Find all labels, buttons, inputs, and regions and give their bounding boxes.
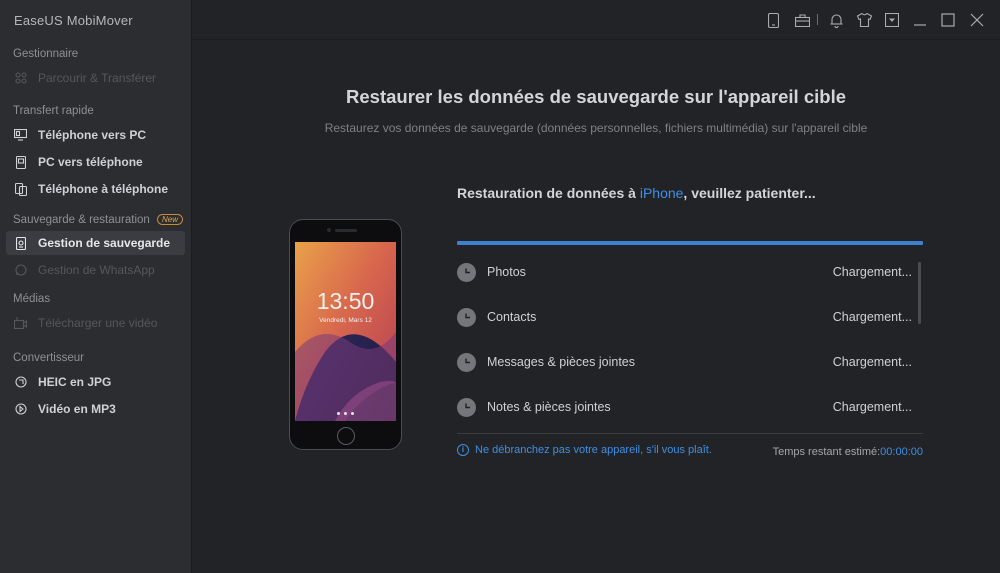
sidebar-item-backup[interactable]: Gestion de sauvegarde xyxy=(6,231,185,255)
restore-item-state: Chargement... xyxy=(832,265,912,279)
phone-speaker xyxy=(335,229,357,232)
section-label-convertisseur: Convertisseur xyxy=(13,352,84,364)
sidebar-item-label: HEIC en JPG xyxy=(38,375,112,389)
time-remaining-label: Temps restant estimé: xyxy=(772,446,881,458)
restore-item: Contacts Chargement... xyxy=(457,306,912,328)
section-label-gestionnaire: Gestionnaire xyxy=(13,48,79,60)
phone-home-button xyxy=(337,427,355,445)
restore-item-name: Notes & pièces jointes xyxy=(487,400,611,414)
sidebar-item-label: PC vers téléphone xyxy=(38,155,143,169)
restore-item-state: Chargement... xyxy=(832,310,912,324)
title-bar xyxy=(192,0,1000,40)
unplug-notice: i Ne débranchez pas votre appareil, s'il… xyxy=(457,444,712,456)
sidebar-item-label: Vidéo en MP3 xyxy=(38,402,116,416)
sidebar-item-pc-to-phone[interactable]: PC vers téléphone xyxy=(6,150,185,174)
target-device: iPhone xyxy=(639,185,684,201)
page-subtitle: Restaurez vos données de sauvegarde (don… xyxy=(324,121,868,135)
bell-icon[interactable] xyxy=(827,11,845,29)
divider xyxy=(457,433,923,434)
page-title: Restaurer les données de sauvegarde sur … xyxy=(346,86,846,107)
time-remaining: Temps restant estimé:00:00:00 xyxy=(773,446,923,458)
phone-illustration: 13:50 Vendredi, Mars 12 xyxy=(289,219,402,450)
sidebar: EaseUS MobiMover Gestionnaire Parcourir … xyxy=(0,0,192,573)
device-icon[interactable] xyxy=(764,11,782,29)
convert-icon xyxy=(14,376,27,389)
list-scrollbar[interactable] xyxy=(918,262,921,324)
section-label-medias: Médias xyxy=(13,293,51,305)
section-label-transfert: Transfert rapide xyxy=(13,105,94,117)
toolbox-icon[interactable] xyxy=(793,11,811,29)
time-remaining-value: 00:00:00 xyxy=(880,446,923,458)
phone-screen: 13:50 Vendredi, Mars 12 xyxy=(295,242,396,421)
sidebar-item-label: Gestion de sauvegarde xyxy=(38,236,171,250)
toolbar-divider xyxy=(817,14,818,25)
phone-to-phone-icon xyxy=(14,182,27,196)
minimize-icon[interactable] xyxy=(911,11,929,29)
grid-icon xyxy=(14,72,27,85)
restore-item-state: Chargement... xyxy=(832,355,912,369)
info-icon: i xyxy=(457,444,469,456)
page-dots xyxy=(337,412,354,415)
restore-item-name: Photos xyxy=(487,265,526,279)
phone-camera xyxy=(327,228,331,232)
restore-item-name: Messages & pièces jointes xyxy=(487,355,635,369)
clock-icon xyxy=(457,262,476,282)
dropdown-icon[interactable] xyxy=(883,11,901,29)
sidebar-item-parcourir[interactable]: Parcourir & Transférer xyxy=(6,66,185,90)
sidebar-item-whatsapp[interactable]: Gestion de WhatsApp xyxy=(6,258,185,282)
maximize-icon[interactable] xyxy=(939,11,957,29)
restore-item-name: Contacts xyxy=(487,310,537,324)
convert-icon xyxy=(14,403,27,416)
whatsapp-icon xyxy=(14,264,27,277)
sidebar-item-label: Parcourir & Transférer xyxy=(38,71,157,85)
sidebar-item-phone-to-pc[interactable]: Téléphone vers PC xyxy=(6,123,185,147)
section-label-sauvegarde: Sauvegarde & restauration xyxy=(13,214,150,226)
restore-item-state: Chargement... xyxy=(832,400,912,414)
video-download-icon xyxy=(14,317,27,330)
shirt-icon[interactable] xyxy=(855,11,873,29)
new-badge: New xyxy=(157,214,184,225)
restore-item: Notes & pièces jointes Chargement... xyxy=(457,396,912,418)
close-icon[interactable] xyxy=(968,11,986,29)
sidebar-item-video-download[interactable]: Télécharger une vidéo xyxy=(6,311,185,335)
notice-text: Ne débranchez pas votre appareil, s'il v… xyxy=(475,444,712,456)
restore-status: Restauration de données à iPhone, veuill… xyxy=(457,185,816,201)
status-prefix: Restauration de données à xyxy=(457,185,640,201)
sidebar-item-heic-jpg[interactable]: HEIC en JPG xyxy=(6,370,185,394)
clock-icon xyxy=(457,397,476,417)
phone-wallpaper xyxy=(295,242,396,421)
phone-clock: 13:50 xyxy=(316,288,375,314)
app-title: EaseUS MobiMover xyxy=(14,13,133,28)
status-suffix: , veuillez patienter... xyxy=(683,185,816,201)
restore-item: Messages & pièces jointes Chargement... xyxy=(457,351,912,373)
progress-bar xyxy=(457,241,923,245)
sidebar-item-label: Téléphone à téléphone xyxy=(38,182,169,196)
sidebar-item-phone-to-phone[interactable]: Téléphone à téléphone xyxy=(6,177,185,201)
sidebar-item-label: Télécharger une vidéo xyxy=(38,316,158,330)
sidebar-item-video-mp3[interactable]: Vidéo en MP3 xyxy=(6,397,185,421)
clock-icon xyxy=(457,307,476,327)
phone-date: Vendredi, Mars 12 xyxy=(319,317,372,324)
clock-icon xyxy=(457,352,476,372)
restore-item: Photos Chargement... xyxy=(457,261,912,283)
sidebar-item-label: Téléphone vers PC xyxy=(38,128,147,142)
backup-icon xyxy=(14,236,27,250)
sidebar-item-label: Gestion de WhatsApp xyxy=(38,263,155,277)
progress-fill xyxy=(457,241,923,245)
phone-to-pc-icon xyxy=(14,129,27,142)
pc-to-phone-icon xyxy=(14,155,27,169)
